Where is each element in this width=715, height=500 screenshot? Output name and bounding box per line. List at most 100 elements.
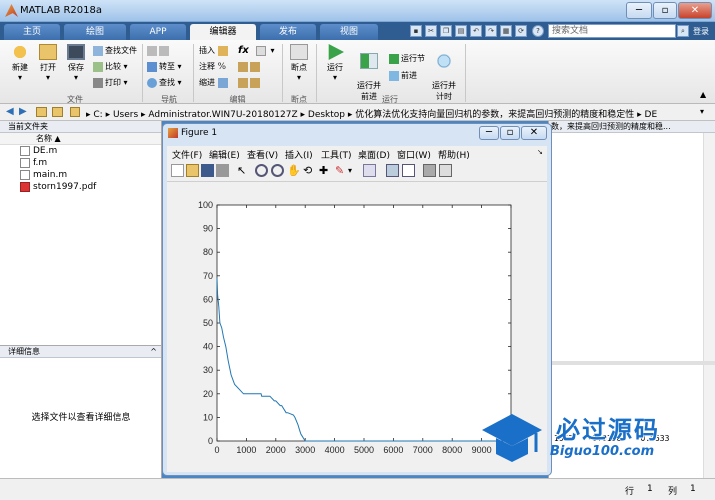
browse-folder-icon[interactable] (52, 107, 63, 117)
back-arrow-icon[interactable]: ◀ (6, 106, 14, 117)
breadcrumb-de[interactable]: DE (645, 110, 658, 120)
breadcrumb-desktop[interactable]: Desktop (308, 110, 345, 120)
run-section-button[interactable]: 运行节 (389, 53, 425, 65)
undo-quick-icon[interactable]: ↶ (470, 25, 482, 37)
search-input[interactable]: 搜索文档 (548, 24, 676, 38)
minimize-button[interactable]: ─ (626, 2, 652, 19)
run-button[interactable]: 运行 ▾ (321, 42, 349, 82)
compare-button[interactable]: 比较 ▾ (93, 61, 128, 73)
list-item[interactable]: f.m (0, 157, 161, 169)
list-item[interactable]: DE.m (0, 145, 161, 157)
switch-windows-icon[interactable]: ▦ (500, 25, 512, 37)
insert-button[interactable]: 插入 (199, 45, 230, 57)
x-tick-label: 3000 (295, 445, 315, 455)
collapse-ribbon-icon[interactable]: ▲ (700, 90, 706, 99)
list-item[interactable]: main.m (0, 169, 161, 181)
save-quick-icon[interactable]: ▪ (410, 25, 422, 37)
breakpoints-button[interactable]: 断点 ▾ (285, 42, 313, 82)
save-button[interactable]: 保存 ▾ (62, 42, 90, 82)
zoom-out-icon[interactable] (271, 164, 284, 177)
col-label: 列 (668, 487, 678, 497)
chevron-down-icon[interactable]: ▾ (700, 107, 704, 116)
up-folder-icon[interactable] (36, 107, 47, 117)
legend-icon[interactable] (402, 164, 415, 177)
link-plot-icon[interactable] (363, 164, 376, 177)
breadcrumb-user[interactable]: Administrator.WIN7U-20180127Z (148, 110, 297, 120)
maximize-button[interactable]: ▫ (653, 2, 677, 19)
open-button[interactable]: 打开 ▾ (34, 42, 62, 82)
zoom-in-icon[interactable] (255, 164, 268, 177)
colorbar-icon[interactable] (386, 164, 399, 177)
compare-label: 比较 (105, 62, 121, 71)
tab-editor[interactable]: 编辑器 (190, 24, 256, 40)
name-column-header[interactable]: 名称 ▲ (0, 133, 161, 145)
breadcrumb: ▸ C: ▸ Users ▸ Administrator.WIN7U-20180… (86, 110, 658, 120)
breadcrumb-project[interactable]: 优化算法优化支持向量回归机的参数，来提高回归预测的精度和稳定性 (355, 110, 634, 120)
wrap-comment-button[interactable] (238, 61, 262, 73)
file-name: DE.m (33, 146, 58, 156)
pan-hand-icon[interactable]: ✋ (287, 164, 301, 177)
rotate-icon[interactable]: ⟲ (303, 164, 316, 177)
fx-button[interactable]: fx (238, 45, 249, 57)
find-button[interactable]: 查找 ▾ (147, 77, 182, 89)
expand-icon[interactable]: ^ (150, 346, 157, 358)
brush-icon[interactable]: ✎ (335, 164, 348, 177)
goto-button[interactable]: 转至 ▾ (147, 61, 182, 73)
find-file-button[interactable]: 查找文件 (93, 45, 137, 57)
comment-button[interactable]: 注释 % (199, 61, 226, 73)
run-and-advance-button[interactable]: 运行并 前进 (353, 42, 385, 102)
copy-quick-icon[interactable]: ❐ (440, 25, 452, 37)
indent-button[interactable]: 缩进 (199, 77, 230, 89)
print-figure-icon[interactable] (216, 164, 229, 177)
forward-arrow-icon[interactable]: ▶ (19, 106, 27, 117)
brush-dropdown-icon[interactable]: ▾ (348, 164, 361, 177)
x-tick-label: 0 (214, 445, 219, 455)
list-item[interactable]: storn1997.pdf (0, 181, 161, 193)
search-icon[interactable]: ⌕ (677, 25, 689, 37)
watermark-main-text: 必过源码 (556, 416, 660, 444)
y-tick-label: 60 (203, 294, 213, 304)
login-link[interactable]: 登录 (693, 26, 709, 37)
tab-publish[interactable]: 发布 (260, 24, 316, 40)
run-and-time-button[interactable]: 运行并 计时 (428, 42, 460, 102)
breadcrumb-users[interactable]: Users (113, 110, 138, 120)
tab-plots[interactable]: 绘图 (64, 24, 126, 40)
dock-icon[interactable]: ↘ (537, 148, 543, 156)
tab-home[interactable]: 主页 (4, 24, 60, 40)
pointer-icon[interactable]: ↖ (237, 164, 250, 177)
figure-close-button[interactable]: ✕ (521, 126, 547, 140)
help-icon[interactable]: ? (532, 25, 544, 37)
hide-plot-tools-icon[interactable] (423, 164, 436, 177)
advance-button[interactable]: 前进 (389, 70, 417, 82)
back-forward-buttons[interactable] (147, 45, 171, 57)
y-tick-label: 90 (203, 224, 213, 234)
print-button[interactable]: 打印 ▾ (93, 77, 128, 89)
y-tick-label: 40 (203, 342, 213, 352)
refresh-icon[interactable]: ⟳ (515, 25, 527, 37)
save-figure-icon[interactable] (201, 164, 214, 177)
new-figure-icon[interactable] (171, 164, 184, 177)
figure-minimize-button[interactable]: ─ (479, 126, 499, 140)
current-folder-title: 当前文件夹 (0, 121, 161, 133)
figure-maximize-button[interactable]: ▫ (500, 126, 520, 140)
file-name: storn1997.pdf (33, 182, 97, 192)
breadcrumb-drive[interactable]: C: (93, 110, 102, 120)
open-file-icon[interactable] (186, 164, 199, 177)
paste-quick-icon[interactable]: ▤ (455, 25, 467, 37)
smart-indent-button[interactable] (238, 77, 262, 89)
data-cursor-icon[interactable]: ✚ (319, 164, 332, 177)
tab-view[interactable]: 视图 (320, 24, 378, 40)
function-icon (256, 45, 266, 56)
new-button[interactable]: 新建 ▾ (6, 42, 34, 82)
separator (316, 44, 317, 102)
cut-quick-icon[interactable]: ✂ (425, 25, 437, 37)
redo-quick-icon[interactable]: ↷ (485, 25, 497, 37)
tab-apps[interactable]: APP (130, 24, 186, 40)
splitter[interactable] (549, 361, 715, 365)
show-plot-tools-icon[interactable] (439, 164, 452, 177)
find-label: 查找 (159, 78, 175, 87)
fx-dropdown[interactable]: ▾ (256, 45, 275, 57)
insert-label: 插入 (199, 46, 215, 55)
scrollbar[interactable] (703, 133, 715, 363)
close-button[interactable]: ✕ (678, 2, 712, 19)
